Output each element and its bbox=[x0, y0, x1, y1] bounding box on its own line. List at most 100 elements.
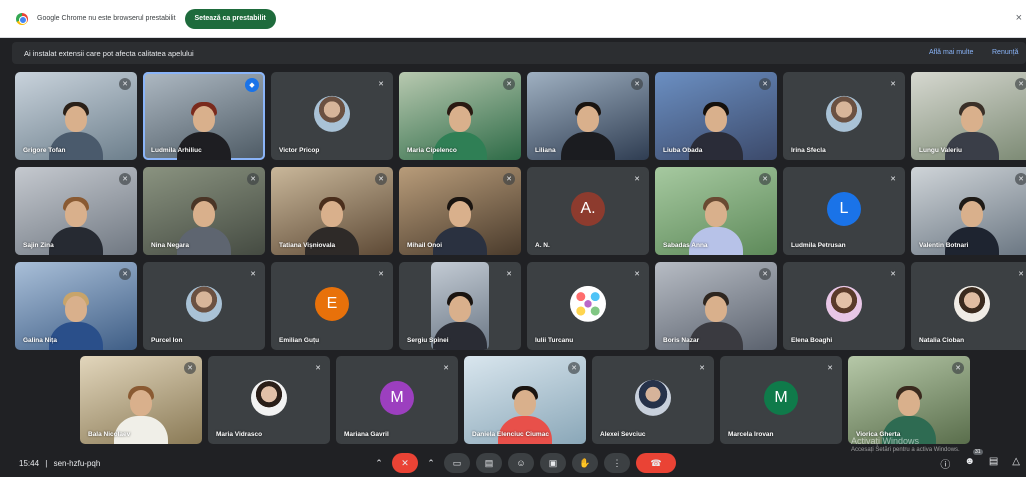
participant-tile[interactable]: A. ✕ A. N. bbox=[527, 167, 649, 255]
avatar bbox=[635, 379, 671, 416]
mic-off-icon: ✕ bbox=[375, 78, 387, 90]
raise-hand-button[interactable]: ✋ bbox=[572, 453, 598, 473]
banner-message: Ai instalat extensii care pot afecta cal… bbox=[24, 48, 194, 58]
people-icon[interactable]: ☻ bbox=[964, 456, 975, 471]
watermark-subtitle: Accesați Setări pentru a activa Windows. bbox=[851, 447, 960, 453]
participant-name: Purcel Ion bbox=[151, 337, 183, 344]
participant-tile[interactable]: ✕ Lungu Valeriu bbox=[911, 72, 1026, 160]
present-icon: ▣ bbox=[548, 457, 558, 468]
participant-name: Maria Cipelenco bbox=[407, 147, 457, 154]
captions-icon: ▤ bbox=[484, 457, 494, 468]
dismiss-link[interactable]: Renunță bbox=[992, 49, 1018, 56]
participant-tile[interactable]: ✕ Galina Nița bbox=[15, 262, 137, 350]
more-options-button[interactable]: ⋮ bbox=[604, 453, 630, 473]
mic-off-icon: ✕ bbox=[887, 173, 899, 185]
more-options-icon: ⋮ bbox=[612, 457, 622, 468]
participant-tile[interactable]: ✕ Maria Cipelenco bbox=[399, 72, 521, 160]
mic-off-icon: ✕ bbox=[759, 173, 771, 185]
mic-off-icon: ✕ bbox=[696, 362, 708, 374]
activities-icon[interactable]: △ bbox=[1012, 456, 1020, 471]
participant-tile[interactable]: ✕ Valentin Botnari bbox=[911, 167, 1026, 255]
participant-name: Valentin Botnari bbox=[919, 242, 969, 249]
emoji-reaction-button[interactable]: ☺ bbox=[508, 453, 534, 473]
participant-name: Iulii Turcanu bbox=[535, 337, 574, 344]
participant-name: Daniela Elenciuc Ciumac bbox=[472, 431, 549, 438]
mic-off-icon: ✕ bbox=[312, 362, 324, 374]
mic-off-icon: ✕ bbox=[631, 78, 643, 90]
participant-tile[interactable]: L ✕ Ludmila Petrusan bbox=[783, 167, 905, 255]
mic-off-icon: ✕ bbox=[887, 268, 899, 280]
participant-tile[interactable]: M ✕ Mariana Gavril bbox=[336, 356, 458, 444]
default-browser-message: Google Chrome nu este browserul prestabi… bbox=[37, 15, 176, 22]
avatar: M bbox=[380, 380, 414, 415]
mic-off-icon: ✕ bbox=[759, 268, 771, 280]
participant-name: Sajin Zina bbox=[23, 242, 54, 249]
mic-options-chevron-icon[interactable]: ⌃ bbox=[372, 453, 386, 473]
present-button[interactable]: ▣ bbox=[540, 453, 566, 473]
mic-toggle-button[interactable]: ✕ bbox=[392, 453, 418, 473]
participant-tile[interactable]: ✕ Maria Vidrasco bbox=[208, 356, 330, 444]
meeting-info-icon[interactable]: ⓘ bbox=[940, 456, 950, 471]
mic-off-icon: ✕ bbox=[952, 362, 964, 374]
set-default-button[interactable]: Setează ca prestabilit bbox=[184, 8, 276, 29]
participant-tile[interactable]: ✕ Daniela Elenciuc Ciumac bbox=[464, 356, 586, 444]
participant-tile[interactable]: ✕ Sajin Zina bbox=[15, 167, 137, 255]
participant-tile[interactable]: ✕ Grigore Tofan bbox=[15, 72, 137, 160]
participant-tile[interactable]: ✕ Bala Nicolaev bbox=[80, 356, 202, 444]
participant-tile[interactable]: ✕ Natalia Cioban bbox=[911, 262, 1026, 350]
camera-options-chevron-icon[interactable]: ⌃ bbox=[424, 453, 438, 473]
mic-off-icon: ✕ bbox=[631, 173, 643, 185]
mic-off-icon: ✕ bbox=[887, 78, 899, 90]
participant-tile[interactable]: ✕ Elena Boaghi bbox=[783, 262, 905, 350]
leave-call-button[interactable]: ☎ bbox=[636, 453, 676, 473]
participant-tile[interactable]: E ✕ Emilian Guțu bbox=[271, 262, 393, 350]
mic-off-icon: ✕ bbox=[1015, 173, 1026, 185]
mic-off-icon: ✕ bbox=[119, 173, 131, 185]
participant-tile[interactable]: ✕ Liliana bbox=[527, 72, 649, 160]
mic-off-icon: ✕ bbox=[759, 78, 771, 90]
participant-tile[interactable]: ✕ Irina Sfecla bbox=[783, 72, 905, 160]
mic-off-icon: ✕ bbox=[247, 268, 259, 280]
participant-tile[interactable]: ✕ Boris Nazar bbox=[655, 262, 777, 350]
participant-tile[interactable]: ✕ Sergiu Spinei bbox=[399, 262, 521, 350]
avatar bbox=[570, 285, 606, 322]
participant-tile[interactable]: ✕ Purcel Ion bbox=[143, 262, 265, 350]
participant-tile[interactable]: ✕ Nina Negara bbox=[143, 167, 265, 255]
avatar: L bbox=[827, 191, 861, 226]
avatar: A. bbox=[571, 191, 605, 226]
participant-name: Liuba Obada bbox=[663, 147, 703, 154]
camera-icon: ▭ bbox=[452, 457, 462, 468]
participant-name: Bala Nicolaev bbox=[88, 431, 131, 438]
participant-tile[interactable]: M ✕ Marcela Irovan bbox=[720, 356, 842, 444]
raise-hand-icon: ✋ bbox=[579, 457, 591, 468]
mic-off-icon: ✕ bbox=[568, 362, 580, 374]
participant-tile[interactable]: ✕ Victor Pricop bbox=[271, 72, 393, 160]
learn-more-link[interactable]: Află mai multe bbox=[929, 49, 973, 56]
participant-video bbox=[561, 100, 615, 160]
participant-tile[interactable]: ✕ Sabadas Anna bbox=[655, 167, 777, 255]
participant-name: Liliana bbox=[535, 147, 556, 154]
participant-tile[interactable]: ✕ Liuba Obada bbox=[655, 72, 777, 160]
participant-tile[interactable]: ✕ Iulii Turcanu bbox=[527, 262, 649, 350]
participant-name: Victor Pricop bbox=[279, 147, 320, 154]
meeting-details[interactable]: 15:44 | sen-hzfu-pqh bbox=[19, 459, 100, 468]
participant-name: Boris Nazar bbox=[663, 337, 700, 344]
captions-button[interactable]: ▤ bbox=[476, 453, 502, 473]
participant-tile[interactable]: ✕ Alexei Sevciuc bbox=[592, 356, 714, 444]
leave-call-icon: ☎ bbox=[650, 457, 662, 468]
participant-tile[interactable]: ✕ Mihail Onoi bbox=[399, 167, 521, 255]
participant-tile[interactable]: ✕ Tatiana Vișniovala bbox=[271, 167, 393, 255]
participant-tile[interactable]: ✕ Viorica Gherta bbox=[848, 356, 970, 444]
chat-icon[interactable]: ▤ bbox=[989, 456, 998, 471]
mic-off-icon: ✕ bbox=[1015, 268, 1026, 280]
camera-toggle-button[interactable]: ▭ bbox=[444, 453, 470, 473]
close-icon[interactable]: × bbox=[1016, 12, 1022, 24]
mic-off-icon: ✕ bbox=[1015, 78, 1026, 90]
mic-off-icon: ✕ bbox=[503, 173, 515, 185]
participant-name: Marcela Irovan bbox=[728, 431, 774, 438]
participant-tile[interactable]: ◆ Ludmila Arhiliuc bbox=[143, 72, 265, 160]
mic-off-icon: ✕ bbox=[247, 173, 259, 185]
participant-name: Galina Nița bbox=[23, 337, 57, 344]
mic-off-icon: ✕ bbox=[401, 457, 409, 468]
participant-name: Elena Boaghi bbox=[791, 337, 833, 344]
